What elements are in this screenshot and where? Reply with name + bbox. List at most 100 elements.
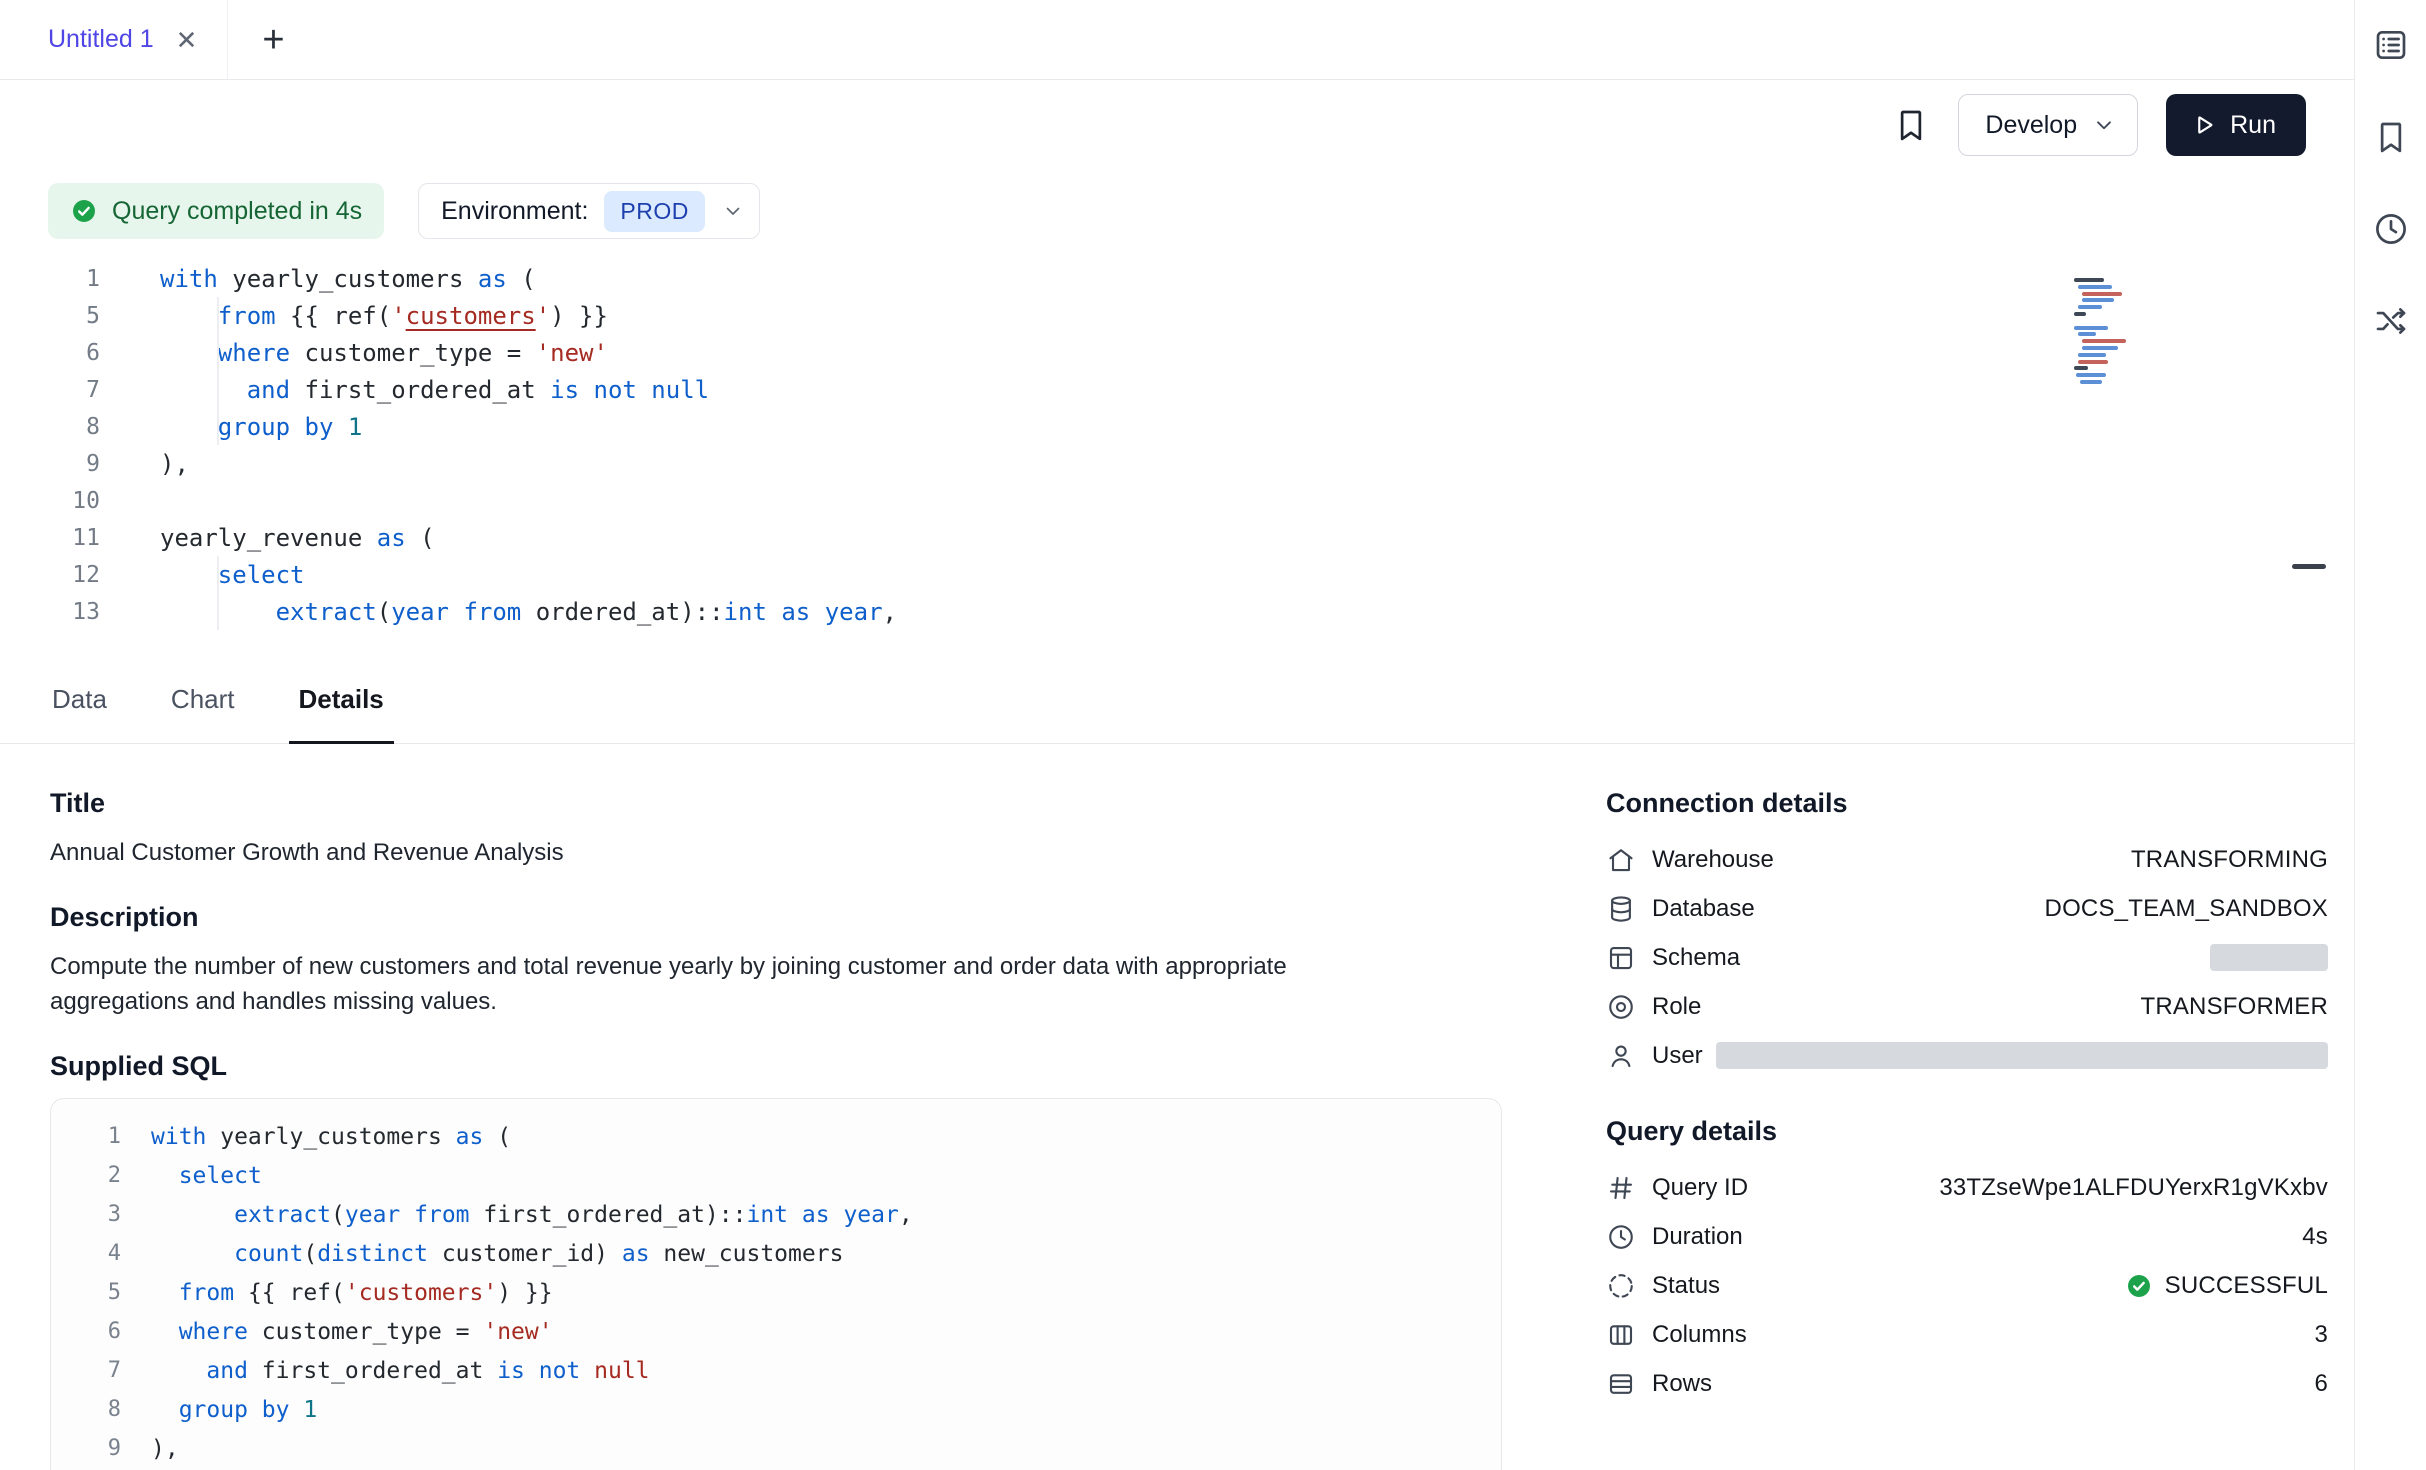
line-number: 6 [77, 1319, 121, 1344]
details-left-column: Title Annual Customer Growth and Revenue… [50, 788, 1502, 1470]
code-line: 5 from {{ ref('customers') }} [77, 1273, 1501, 1312]
success-check-icon [2125, 1272, 2153, 1300]
develop-label: Develop [1985, 111, 2077, 140]
supplied-sql-heading: Supplied SQL [50, 1051, 1502, 1082]
close-tab-icon[interactable]: ✕ [176, 27, 198, 53]
row-label: Columns [1652, 1321, 1747, 1349]
line-number: 3 [77, 1202, 121, 1227]
code-line[interactable]: 10 [0, 482, 2354, 519]
query-status-pill: Query completed in 4s [48, 183, 384, 239]
code-line[interactable]: 8 group by 1 [0, 408, 2354, 445]
history-icon[interactable] [2372, 210, 2410, 248]
row-value: 33TZseWpe1ALFDUYerxR1gVKxbv [1939, 1174, 2328, 1202]
check-circle-icon [70, 197, 98, 225]
details-right-column: Connection details WarehouseTRANSFORMING… [1606, 788, 2328, 1470]
line-number: 5 [77, 1280, 121, 1305]
row-value-wrap [2210, 944, 2328, 971]
row-value-wrap: 4s [2302, 1223, 2328, 1251]
rows-icon [1606, 1369, 1636, 1399]
lineage-icon[interactable] [2372, 302, 2410, 340]
status-icon [1606, 1271, 1636, 1301]
row-label: Warehouse [1652, 846, 1774, 874]
row-label: Status [1652, 1272, 1720, 1300]
code-text: group by 1 [151, 1397, 317, 1423]
code-text: with yearly_customers as ( [160, 265, 536, 293]
connection-row-database: Database DOCS_TEAM_SANDBOX [1606, 884, 2328, 933]
indent-guide [217, 297, 219, 445]
sticky-code-line[interactable]: 1with yearly_customers as ( [0, 260, 2354, 297]
sql-editor[interactable]: 1with yearly_customers as (5 from {{ ref… [0, 252, 2354, 658]
schema-icon [1606, 943, 1636, 973]
database-icon [1606, 894, 1636, 924]
line-number: 10 [0, 488, 100, 514]
row-label: Database [1652, 895, 1755, 923]
tab-details[interactable]: Details [289, 658, 394, 744]
app-root: Untitled 1 ✕ + Develop Run Query complet… [0, 0, 2426, 1470]
code-line: 2 select [77, 1156, 1501, 1195]
line-number: 11 [0, 525, 100, 551]
code-text: ), [160, 450, 189, 478]
editor-scrollbar-thumb[interactable] [2292, 564, 2326, 569]
code-line[interactable]: 5 from {{ ref('customers') }} [0, 297, 2354, 334]
line-number: 7 [0, 377, 100, 403]
role-icon [1606, 992, 1636, 1022]
toolbar: Develop Run [0, 80, 2354, 170]
row-value: TRANSFORMER [2140, 993, 2328, 1021]
row-value: DOCS_TEAM_SANDBOX [2045, 895, 2328, 923]
code-text: and first_ordered_at is not null [151, 1358, 650, 1384]
supplied-sql-block: 1with yearly_customers as (2 select3 ext… [50, 1098, 1502, 1470]
code-text: ), [151, 1436, 179, 1462]
tab-untitled-1[interactable]: Untitled 1 ✕ [0, 0, 228, 79]
new-tab-button[interactable]: + [262, 21, 284, 59]
hash-icon [1606, 1173, 1636, 1203]
line-numbers-panel-icon[interactable] [2372, 26, 2410, 64]
line-number: 9 [77, 1436, 121, 1461]
line-number: 5 [0, 303, 100, 329]
code-line: 8 group by 1 [77, 1390, 1501, 1429]
code-line: 3 extract(year from first_ordered_at)::i… [77, 1195, 1501, 1234]
code-text: with yearly_customers as ( [151, 1124, 511, 1150]
editor-minimap[interactable] [2074, 278, 2196, 390]
main-area: Untitled 1 ✕ + Develop Run Query complet… [0, 0, 2354, 1470]
duration-icon [1606, 1222, 1636, 1252]
line-number: 8 [77, 1397, 121, 1422]
code-text: and first_ordered_at is not null [160, 376, 709, 404]
code-line[interactable]: 7 and first_ordered_at is not null [0, 371, 2354, 408]
editor-tab-bar: Untitled 1 ✕ + [0, 0, 2354, 80]
develop-dropdown[interactable]: Develop [1958, 94, 2138, 156]
tab-chart[interactable]: Chart [161, 658, 245, 744]
code-text: yearly_revenue as ( [160, 524, 435, 552]
code-line: 7 and first_ordered_at is not null [77, 1351, 1501, 1390]
code-line[interactable]: 6 where customer_type = 'new' [0, 334, 2354, 371]
results-tab-bar: Data Chart Details [0, 658, 2354, 744]
query-status-text: Query completed in 4s [112, 197, 362, 226]
bookmark-icon[interactable] [2372, 118, 2410, 156]
run-button[interactable]: Run [2166, 94, 2306, 156]
row-value-wrap: 33TZseWpe1ALFDUYerxR1gVKxbv [1939, 1174, 2328, 1202]
code-text: select [151, 1163, 262, 1189]
code-line[interactable]: 11 yearly_revenue as ( [0, 519, 2354, 556]
bookmark-icon[interactable] [1892, 106, 1930, 144]
details-panel: Title Annual Customer Growth and Revenue… [0, 744, 2354, 1470]
code-line[interactable]: 13 extract(year from ordered_at)::int as… [0, 593, 2354, 630]
line-number: 7 [77, 1358, 121, 1383]
row-label: Schema [1652, 944, 1740, 972]
code-text: where customer_type = 'new' [151, 1319, 553, 1345]
code-text: count(distinct customer_id) as new_custo… [151, 1241, 843, 1267]
code-text: extract(year from first_ordered_at)::int… [151, 1202, 913, 1228]
tab-data[interactable]: Data [42, 658, 117, 744]
environment-badge: PROD [604, 191, 704, 232]
row-value: 6 [2314, 1370, 2328, 1398]
environment-selector[interactable]: Environment: PROD [418, 183, 760, 239]
query-details-heading: Query details [1606, 1116, 2328, 1147]
description-heading: Description [50, 902, 1502, 933]
query-details-row-duration: Duration4s [1606, 1212, 2328, 1261]
code-text: from {{ ref('customers') }} [151, 1280, 553, 1306]
code-text: where customer_type = 'new' [160, 339, 608, 367]
row-value-wrap: TRANSFORMER [2140, 993, 2328, 1021]
line-number: 6 [0, 340, 100, 366]
code-line[interactable]: 12 select [0, 556, 2354, 593]
code-line[interactable]: 9), [0, 445, 2354, 482]
line-number: 1 [77, 1124, 121, 1149]
warehouse-icon [1606, 845, 1636, 875]
